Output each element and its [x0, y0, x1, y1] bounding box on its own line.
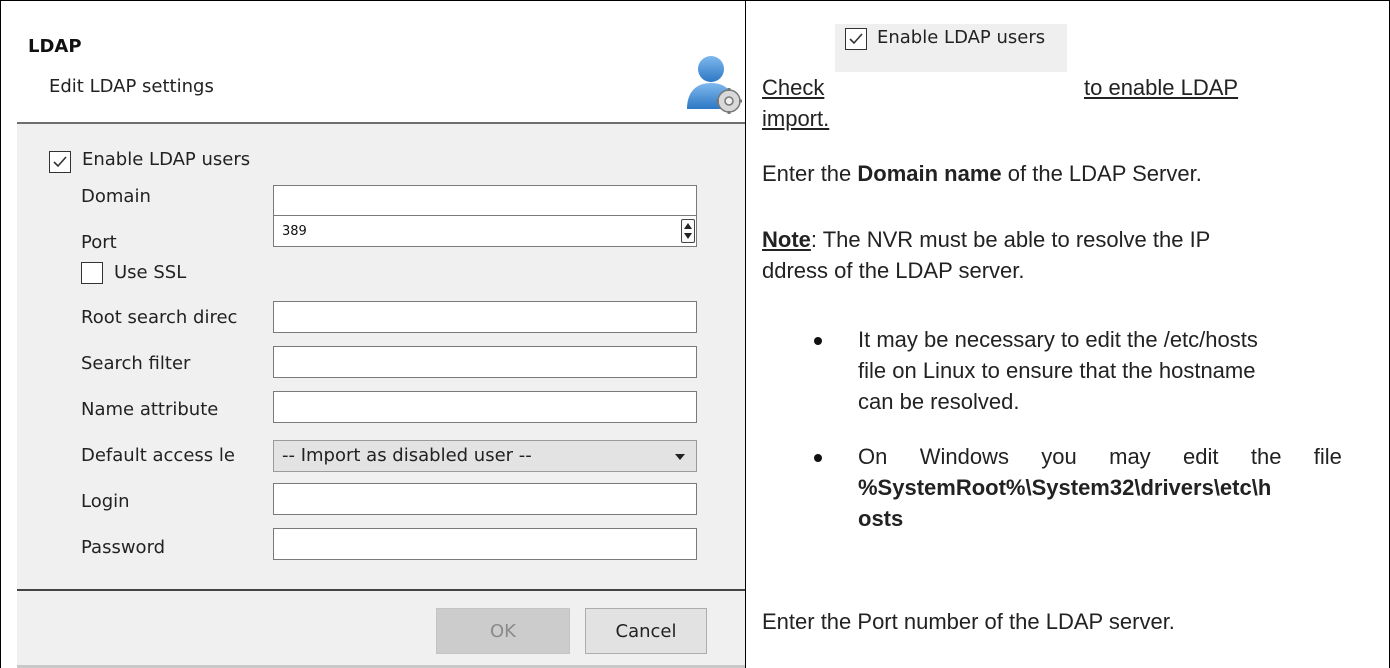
- port-spinner[interactable]: [681, 219, 695, 243]
- enable-ldap-label: Enable LDAP users: [82, 149, 251, 170]
- domain-bold: Domain name: [857, 161, 1002, 186]
- root-search-directory-label: Root search direc: [81, 307, 238, 328]
- search-filter-label: Search filter: [81, 353, 191, 374]
- default-access-level-select[interactable]: -- Import as disabled user --: [273, 440, 697, 472]
- word: Windows: [919, 444, 1009, 469]
- note-line-1: Note: The NVR must be able to resolve th…: [762, 224, 1210, 255]
- frame-left-border: [0, 0, 1, 668]
- note-line-2: ddress of the LDAP server.: [762, 258, 1025, 283]
- dialog-header: LDAP Edit LDAP settings: [17, 15, 745, 123]
- domain-input[interactable]: [273, 185, 697, 217]
- bullet-windows-line-1: On Windows you may edit the file: [858, 441, 1342, 472]
- note-label: Note: [762, 227, 811, 252]
- word: the: [1250, 444, 1282, 469]
- domain-instruction: Enter the Domain name of the LDAP Server…: [762, 158, 1202, 189]
- bullet-linux-line-1: It may be necessary to edit the /etc/hos…: [858, 327, 1258, 352]
- word: you: [1041, 444, 1077, 469]
- bullet-linux-line-3: can be resolved.: [858, 389, 1020, 414]
- dialog-subtitle: Edit LDAP settings: [49, 76, 214, 97]
- port-label: Port: [81, 232, 117, 253]
- port-input[interactable]: [273, 215, 697, 247]
- default-access-level-value: -- Import as disabled user --: [282, 445, 532, 466]
- bullet-linux-line-2: file on Linux to ensure that the hostnam…: [858, 358, 1256, 383]
- use-ssl-checkbox[interactable]: [81, 262, 103, 284]
- header-divider: [17, 122, 745, 124]
- word: edit: [1183, 444, 1219, 469]
- password-label: Password: [81, 537, 166, 558]
- bullet-windows-path-line-1: %SystemRoot%\System32\drivers\etc\h: [858, 475, 1272, 500]
- frame-middle-border: [745, 0, 746, 668]
- bullet-linux-text: It may be necessary to edit the /etc/hos…: [858, 324, 1342, 417]
- chevron-down-icon: [675, 454, 685, 460]
- user-gear-icon: [685, 53, 743, 115]
- name-attribute-label: Name attribute: [81, 399, 219, 420]
- word: file: [1313, 444, 1342, 469]
- name-attribute-input[interactable]: [273, 391, 697, 423]
- inline-checkbox: [845, 28, 867, 50]
- enable-ldap-inline-image: Enable LDAP users: [835, 24, 1067, 72]
- word: On: [858, 444, 888, 469]
- bullet-windows-path-line-2: osts: [858, 506, 904, 531]
- bullet-dot: [814, 337, 822, 345]
- check-suffix-line2: import.: [762, 106, 830, 131]
- check-suffix: to enable LDAP: [1084, 75, 1239, 100]
- root-search-directory-input[interactable]: [273, 301, 697, 333]
- word: may: [1109, 444, 1151, 469]
- default-access-level-label: Default access le: [81, 445, 235, 466]
- check-instruction: Check to enable LDAP: [762, 72, 1238, 103]
- use-ssl-label: Use SSL: [114, 262, 187, 283]
- login-label: Login: [81, 491, 130, 512]
- ok-button[interactable]: OK: [436, 608, 570, 654]
- domain-label: Domain: [81, 186, 151, 207]
- login-input[interactable]: [273, 483, 697, 515]
- ldap-dialog: LDAP Edit LDAP settings Enable LDAP user…: [17, 15, 745, 668]
- enable-ldap-checkbox[interactable]: [49, 151, 71, 173]
- domain-post: of the LDAP Server.: [1001, 161, 1202, 186]
- note-text: : The NVR must be able to resolve the IP: [810, 227, 1211, 252]
- dialog-title: LDAP: [28, 36, 82, 57]
- inline-checkbox-label: Enable LDAP users: [877, 27, 1046, 48]
- frame-top-border: [0, 0, 1390, 1]
- footer-divider: [17, 589, 745, 591]
- cancel-button[interactable]: Cancel: [585, 608, 707, 654]
- search-filter-input[interactable]: [273, 346, 697, 378]
- domain-pre: Enter the: [762, 161, 858, 186]
- bullet-windows-text: On Windows you may edit the file %System…: [858, 441, 1342, 534]
- port-instruction: Enter the Port number of the LDAP server…: [762, 609, 1175, 634]
- check-prefix: Check: [762, 75, 825, 100]
- bullet-dot: [814, 454, 822, 462]
- password-input[interactable]: [273, 528, 697, 560]
